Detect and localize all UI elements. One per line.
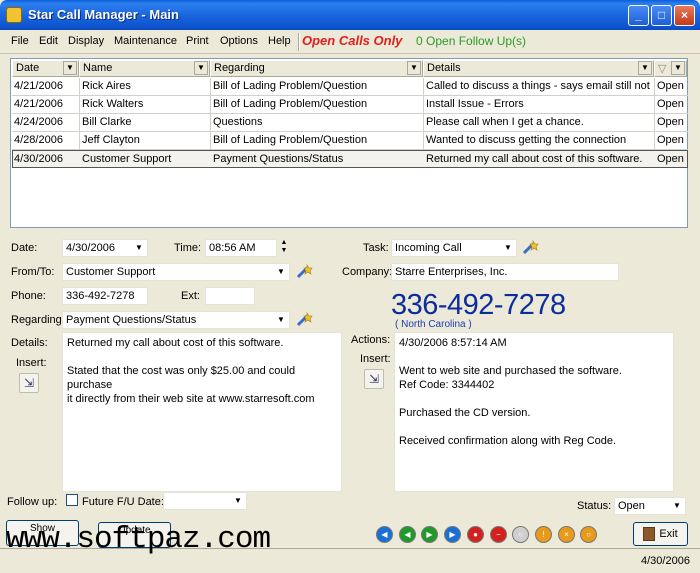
menu-edit[interactable]: Edit: [39, 35, 58, 47]
exit-button[interactable]: Exit: [633, 522, 688, 546]
time-label: Time:: [174, 242, 202, 254]
table-row[interactable]: 4/21/2006 Rick Walters Bill of Lading Pr…: [12, 96, 688, 114]
regarding-label: Regarding:: [11, 314, 65, 326]
followup-checkbox[interactable]: [66, 494, 78, 506]
menu-display[interactable]: Display: [68, 35, 104, 47]
status-date: 4/30/2006: [641, 555, 690, 567]
menu-separator: [298, 33, 300, 51]
ext-label: Ext:: [181, 290, 200, 302]
col-header-details[interactable]: Details: [423, 60, 654, 77]
task-label: Task:: [363, 242, 389, 254]
details-memo[interactable]: Returned my call about cost of this soft…: [62, 332, 342, 492]
watermark-text: www.softpaz.com: [6, 522, 271, 557]
close-button[interactable]: ×: [674, 5, 695, 26]
details-label: Details:: [11, 337, 48, 349]
warning-record-icon[interactable]: !: [535, 526, 552, 543]
table-row[interactable]: 4/28/2006 Jeff Clayton Bill of Lading Pr…: [12, 132, 688, 150]
followup-label: Follow up:: [7, 496, 58, 508]
alert-record-icon[interactable]: ○: [580, 526, 597, 543]
company-field[interactable]: Starre Enterprises, Inc.: [391, 263, 619, 281]
maximize-button[interactable]: □: [651, 5, 672, 26]
delete-record-icon[interactable]: ●: [467, 526, 484, 543]
actions-insert-label: Insert:: [360, 353, 391, 365]
task-field[interactable]: Incoming Call ▼: [391, 239, 517, 257]
fromto-wand-icon[interactable]: [295, 262, 315, 280]
status-field[interactable]: Open ▼: [614, 497, 686, 515]
menu-print[interactable]: Print: [186, 35, 209, 47]
phone-region: ( North Carolina ): [395, 319, 472, 330]
regarding-dropdown-icon[interactable]: ▼: [274, 313, 288, 327]
table-row[interactable]: 4/24/2006 Bill Clarke Questions Please c…: [12, 114, 688, 132]
open-calls-only-toggle[interactable]: Open Calls Only: [302, 33, 402, 48]
future-fu-label: Future F/U Date:: [82, 496, 164, 508]
col-date-dropdown[interactable]: ▼: [63, 61, 77, 75]
col-header-name[interactable]: Name: [79, 60, 210, 77]
date-field[interactable]: 4/30/2006 ▼: [62, 239, 148, 257]
menu-maintenance[interactable]: Maintenance: [114, 35, 177, 47]
actions-insert-icon[interactable]: ⇲: [364, 369, 384, 389]
first-record-icon[interactable]: ◀: [376, 526, 393, 543]
details-insert-icon[interactable]: ⇲: [19, 373, 39, 393]
app-star-icon: [6, 7, 22, 23]
future-fu-dropdown-icon[interactable]: ▼: [231, 494, 245, 508]
fromto-field[interactable]: Customer Support ▼: [62, 263, 290, 281]
company-label: Company:: [342, 266, 393, 278]
date-dropdown-icon[interactable]: ▼: [132, 241, 146, 255]
window-title: Star Call Manager - Main: [28, 7, 179, 22]
next-record-icon[interactable]: ▶: [421, 526, 438, 543]
prev-record-icon[interactable]: ◀: [399, 526, 416, 543]
actions-label: Actions:: [351, 334, 391, 346]
col-status-dropdown[interactable]: ▼: [671, 61, 685, 75]
col-details-dropdown[interactable]: ▼: [638, 61, 652, 75]
regarding-field[interactable]: Payment Questions/Status ▼: [62, 311, 290, 329]
date-label: Date:: [11, 242, 38, 254]
big-phone-display: 336-492-7278: [391, 289, 566, 321]
status-label: Status:: [577, 500, 612, 512]
calls-grid[interactable]: Date ▼ Name ▼ Regarding ▼ Details ▼ ▽ ▼ …: [10, 58, 688, 228]
fromto-dropdown-icon[interactable]: ▼: [274, 265, 288, 279]
time-spinner[interactable]: ▲ ▼: [278, 239, 290, 257]
task-wand-icon[interactable]: [521, 238, 541, 256]
cancel-record-icon[interactable]: −: [490, 526, 507, 543]
minimize-button[interactable]: _: [628, 5, 649, 26]
menu-help[interactable]: Help: [268, 35, 291, 47]
blank-record-icon[interactable]: ○: [512, 526, 529, 543]
col-regarding-dropdown[interactable]: ▼: [407, 61, 421, 75]
menu-options[interactable]: Options: [220, 35, 258, 47]
future-fu-date-field[interactable]: ▼: [163, 492, 247, 510]
actions-memo[interactable]: 4/30/2006 8:57:14 AM Went to web site an…: [394, 332, 674, 492]
task-dropdown-icon[interactable]: ▼: [501, 241, 515, 255]
ext-field[interactable]: [205, 287, 255, 305]
table-row[interactable]: 4/21/2006 Rick Aires Bill of Lading Prob…: [12, 78, 688, 96]
col-header-regarding[interactable]: Regarding: [210, 60, 423, 77]
status-dropdown-icon[interactable]: ▼: [670, 499, 684, 513]
col-name-dropdown[interactable]: ▼: [194, 61, 208, 75]
open-follow-ups-link[interactable]: 0 Open Follow Up(s): [416, 34, 526, 48]
time-field[interactable]: 08:56 AM: [205, 239, 277, 257]
stop-record-icon[interactable]: ×: [558, 526, 575, 543]
title-bar: Star Call Manager - Main _ □ ×: [0, 0, 700, 30]
door-icon: [643, 527, 656, 542]
table-row-selected[interactable]: 4/30/2006 Customer Support Payment Quest…: [12, 150, 688, 168]
last-record-icon[interactable]: ▶: [444, 526, 461, 543]
details-insert-label: Insert:: [16, 357, 47, 369]
regarding-wand-icon[interactable]: [295, 310, 315, 328]
fromto-label: From/To:: [11, 266, 55, 278]
phone-label: Phone:: [11, 290, 46, 302]
menu-bar: File Edit Display Maintenance Print Opti…: [0, 30, 700, 54]
phone-field[interactable]: 336-492-7278: [62, 287, 148, 305]
menu-file[interactable]: File: [11, 35, 29, 47]
